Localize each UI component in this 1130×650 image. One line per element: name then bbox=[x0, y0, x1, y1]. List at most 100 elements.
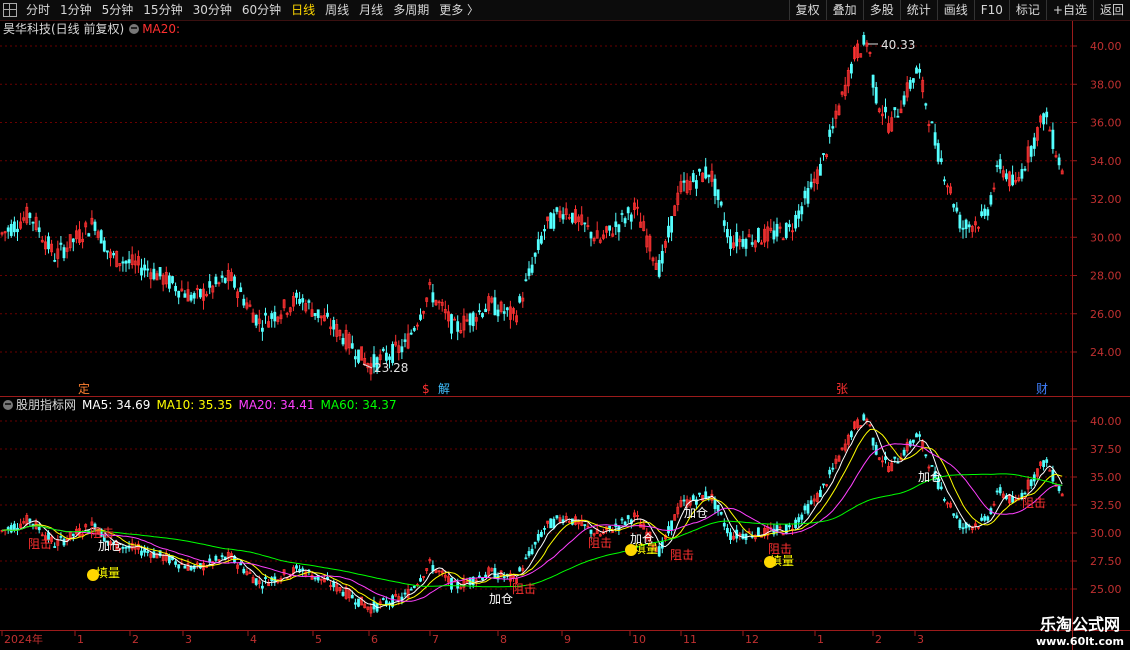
candle bbox=[933, 132, 937, 146]
indicator-candle bbox=[1029, 479, 1033, 487]
candle bbox=[332, 320, 336, 330]
indicator-candle bbox=[698, 492, 701, 495]
candle bbox=[794, 214, 797, 229]
indicator-candle bbox=[552, 518, 556, 529]
candle bbox=[667, 225, 670, 238]
candle bbox=[1045, 111, 1049, 118]
indicator-candle bbox=[350, 594, 354, 599]
candle bbox=[350, 343, 354, 349]
indicator-candle bbox=[912, 439, 915, 443]
candle bbox=[871, 74, 875, 88]
candle bbox=[388, 356, 391, 360]
candle bbox=[298, 298, 302, 304]
candle bbox=[412, 327, 416, 331]
time-label: 2 bbox=[875, 633, 882, 646]
candle bbox=[744, 238, 748, 249]
indicator-tick-label: 37.50 bbox=[1090, 443, 1122, 456]
time-label: 6 bbox=[371, 633, 378, 646]
candle bbox=[316, 309, 320, 318]
candle bbox=[1042, 113, 1045, 125]
candle bbox=[431, 292, 435, 303]
indicator-candle bbox=[484, 574, 488, 577]
indicator-candle bbox=[143, 548, 147, 553]
candle bbox=[37, 227, 41, 233]
indicator-candle bbox=[71, 533, 75, 537]
indicator-candle bbox=[9, 525, 13, 533]
indicator-candle bbox=[819, 489, 822, 498]
indicator-candle bbox=[955, 515, 959, 519]
candle bbox=[704, 166, 708, 179]
candle bbox=[143, 264, 147, 271]
price-tick-label: 28.00 bbox=[1090, 270, 1122, 283]
candle bbox=[409, 332, 413, 335]
indicator-candle bbox=[1011, 496, 1014, 503]
indicator-candle bbox=[518, 567, 522, 572]
indicator-candle bbox=[37, 527, 41, 531]
candle bbox=[620, 213, 624, 215]
candle bbox=[106, 250, 109, 253]
time-label: 12 bbox=[745, 633, 759, 646]
indicator-candle bbox=[797, 517, 801, 523]
candle bbox=[177, 290, 181, 298]
indicator-candle bbox=[357, 598, 360, 607]
candle bbox=[989, 195, 993, 205]
indicator-candle bbox=[242, 568, 246, 574]
indicator-candle bbox=[1057, 486, 1061, 491]
indicator-candle bbox=[264, 577, 267, 579]
indicator-candle bbox=[623, 521, 627, 526]
watermark: 乐淘公式网 www.60lt.com bbox=[1036, 615, 1124, 648]
candle bbox=[391, 344, 395, 363]
indicator-candle bbox=[980, 517, 983, 521]
candle bbox=[998, 159, 1002, 170]
indicator-candle bbox=[952, 513, 956, 516]
candle bbox=[952, 204, 956, 208]
candle bbox=[484, 308, 488, 313]
candle bbox=[939, 158, 943, 162]
indicator-candle bbox=[915, 433, 918, 438]
indicator-candle bbox=[1023, 492, 1027, 495]
indicator-candle bbox=[1042, 460, 1045, 468]
indicator-candle bbox=[220, 555, 224, 558]
candle bbox=[533, 252, 537, 257]
candle bbox=[918, 68, 921, 73]
candle bbox=[617, 224, 621, 233]
indicator-candle bbox=[657, 546, 661, 557]
candle bbox=[295, 292, 298, 298]
candle bbox=[930, 121, 934, 124]
candle bbox=[660, 250, 664, 264]
time-label: 11 bbox=[683, 633, 697, 646]
indicator-candle bbox=[1045, 459, 1049, 463]
indicator-candle bbox=[682, 499, 686, 502]
time-label: 7 bbox=[432, 633, 439, 646]
candle bbox=[850, 63, 853, 74]
candle bbox=[741, 239, 745, 247]
candle bbox=[152, 268, 156, 280]
candle bbox=[273, 311, 277, 322]
candle bbox=[623, 218, 627, 224]
candle bbox=[750, 242, 754, 245]
indicator-candle bbox=[713, 498, 717, 509]
indicator-candle bbox=[409, 588, 413, 591]
time-label: 4 bbox=[250, 633, 257, 646]
candle bbox=[242, 298, 246, 306]
kline-chart[interactable]: 40.00 38.00 36.00 34.00 32.00 30.00 28.00 26.00… bbox=[0, 0, 1130, 650]
candle bbox=[809, 181, 813, 188]
indicator-candle bbox=[527, 551, 531, 556]
candle bbox=[189, 294, 193, 301]
indicator-candle bbox=[419, 578, 422, 582]
event-marker: 张 bbox=[836, 382, 848, 396]
candle bbox=[657, 260, 661, 277]
indicator-candle bbox=[670, 520, 673, 531]
price-tick-label: 32.00 bbox=[1090, 193, 1122, 206]
candle bbox=[403, 339, 407, 342]
candle bbox=[540, 235, 543, 244]
price-tick-label: 26.00 bbox=[1090, 308, 1122, 321]
candle bbox=[6, 227, 10, 232]
indicator-candle bbox=[667, 526, 670, 534]
candle bbox=[943, 179, 946, 182]
indicator-candle bbox=[353, 602, 357, 605]
signal-fill: 填量 bbox=[634, 542, 658, 556]
indicator-candle bbox=[456, 582, 460, 589]
indicator-candle bbox=[189, 566, 193, 571]
time-label: 1 bbox=[77, 633, 84, 646]
